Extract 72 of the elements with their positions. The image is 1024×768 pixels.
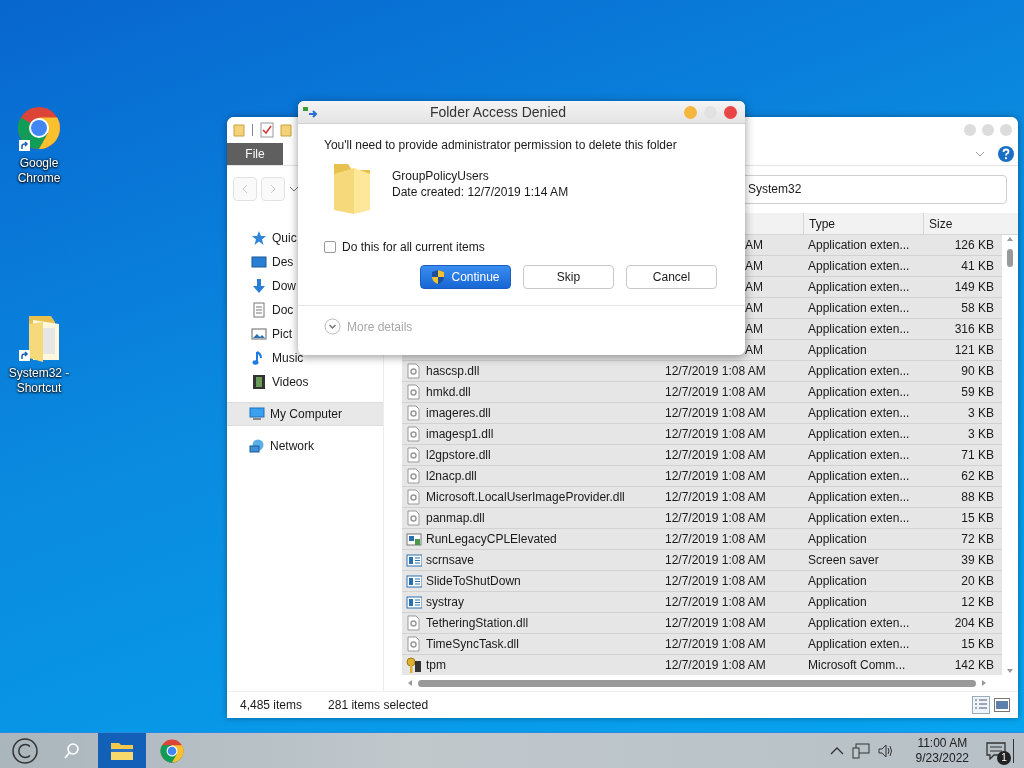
date-cell-text: AM	[744, 343, 764, 357]
size-cell-text: 12 KB	[960, 595, 995, 609]
size-cell-text: 71 KB	[960, 448, 995, 462]
date-cell-text: AM	[744, 238, 764, 252]
size-cell-text: 3 KB	[967, 427, 995, 441]
type-cell-text: Application exten...	[807, 364, 911, 378]
item-count: 4,485 items	[240, 698, 303, 712]
type-cell-text: Application	[807, 532, 868, 546]
date-cell-text: 12/7/2019 1:08 AM	[664, 574, 767, 588]
type-cell-text: Application exten...	[807, 406, 911, 420]
size-cell-text: 316 KB	[953, 322, 995, 336]
type-cell-text: Application exten...	[807, 616, 911, 630]
icon-label: Google Chrome	[16, 156, 62, 186]
type-cell-text: Application exten...	[807, 259, 911, 273]
date-cell-text: 12/7/2019 1:08 AM	[664, 658, 767, 672]
size-cell-text: 39 KB	[960, 553, 995, 567]
size-cell-text: 90 KB	[960, 364, 995, 378]
type-cell-text: Application exten...	[807, 238, 911, 252]
type-cell-text: Application exten...	[807, 322, 911, 336]
type-cell-text: Microsoft Comm...	[807, 658, 907, 672]
size-cell-text: 142 KB	[953, 658, 995, 672]
size-cell-text: 58 KB	[960, 301, 995, 315]
size-cell-text: 15 KB	[960, 637, 995, 651]
date-cell-text: 12/7/2019 1:08 AM	[664, 406, 767, 420]
size-cell-text: 41 KB	[960, 259, 995, 273]
folder-name: GroupPolicyUsers	[392, 169, 490, 183]
date-cell-text: 12/7/2019 1:08 AM	[664, 532, 767, 546]
type-cell-text: Application exten...	[807, 637, 911, 651]
type-cell-text: Application exten...	[807, 448, 911, 462]
size-cell-text: 204 KB	[953, 616, 995, 630]
date-cell-text: 12/7/2019 1:08 AM	[664, 616, 767, 630]
folder-date: Date created: 12/7/2019 1:14 AM	[392, 185, 569, 199]
date-cell-text: 12/7/2019 1:08 AM	[664, 448, 767, 462]
date-cell-text: 12/7/2019 1:08 AM	[664, 511, 767, 525]
date-cell-text: AM	[744, 259, 764, 273]
size-cell-text: 15 KB	[960, 511, 995, 525]
size-cell-text: 62 KB	[960, 469, 995, 483]
size-cell-text: 126 KB	[953, 238, 995, 252]
size-cell-text: 72 KB	[960, 532, 995, 546]
size-cell-text: 59 KB	[960, 385, 995, 399]
type-cell-text: Application exten...	[807, 511, 911, 525]
date-cell-text: 12/7/2019 1:08 AM	[664, 490, 767, 504]
size-cell-text: 88 KB	[960, 490, 995, 504]
date-cell-text: 12/7/2019 1:08 AM	[664, 385, 767, 399]
size-cell-text: 121 KB	[953, 343, 995, 357]
size-cell-text: 3 KB	[967, 406, 995, 420]
dialog-message: You'll need to provide administrator permission to delete this folder	[324, 138, 678, 152]
type-cell-text: Application	[807, 343, 868, 357]
date-cell-text: 12/7/2019 1:08 AM	[664, 469, 767, 483]
type-cell-text: Application exten...	[807, 301, 911, 315]
type-cell-text: Screen saver	[807, 553, 880, 567]
type-cell-text: Application	[807, 595, 868, 609]
date-cell-text: AM	[744, 322, 764, 336]
notification-badge: 1	[997, 750, 1011, 765]
date-cell-text: 12/7/2019 1:08 AM	[664, 427, 767, 441]
type-cell-text: Application exten...	[807, 427, 911, 441]
size-cell-text: 149 KB	[953, 280, 995, 294]
selection-count: 281 items selected	[328, 698, 429, 712]
date-cell-text: 12/7/2019 1:08 AM	[664, 637, 767, 651]
date-cell-text: 12/7/2019 1:08 AM	[664, 595, 767, 609]
date-cell-text: 12/7/2019 1:08 AM	[664, 364, 767, 378]
dialog-title: Folder Access Denied	[428, 104, 568, 120]
size-cell-text: 20 KB	[960, 574, 995, 588]
type-cell-text: Application exten...	[807, 469, 911, 483]
date-cell-text: 12/7/2019 1:08 AM	[664, 553, 767, 567]
icon-label: System32 - Shortcut	[7, 366, 71, 396]
date-cell-text: AM	[744, 301, 764, 315]
type-cell-text: Application exten...	[807, 280, 911, 294]
type-cell-text: Application exten...	[807, 490, 911, 504]
type-cell-text: Application exten...	[807, 385, 911, 399]
date-cell-text: AM	[744, 280, 764, 294]
type-cell-text: Application	[807, 574, 868, 588]
